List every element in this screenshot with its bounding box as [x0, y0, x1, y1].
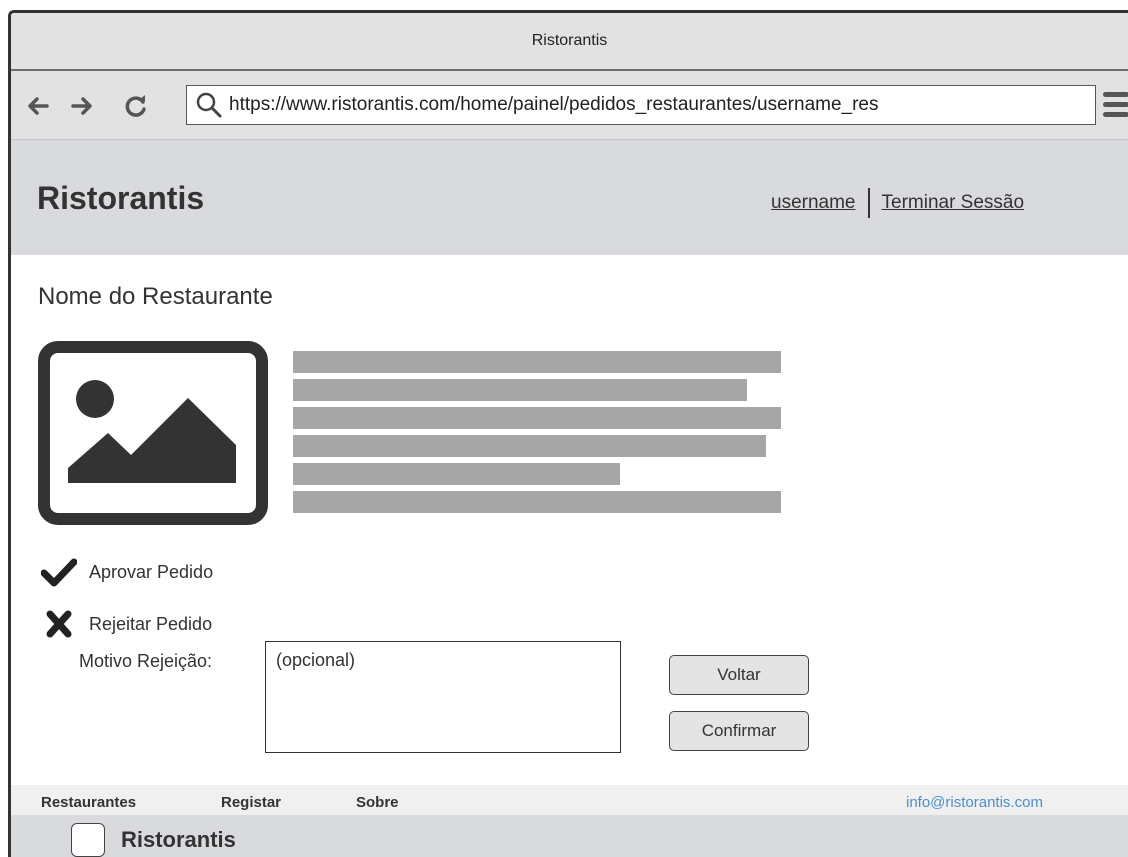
footer-links-bar: Restaurantes Registar Sobre info@ristora…: [11, 785, 1128, 815]
reject-order-option[interactable]: Rejeitar Pedido: [41, 609, 212, 639]
placeholder-text-line: [293, 463, 620, 485]
logout-link[interactable]: Terminar Sessão: [882, 192, 1025, 214]
footer-link-restaurantes[interactable]: Restaurantes: [41, 794, 136, 811]
url-text[interactable]: https://www.ristorantis.com/home/painel/…: [229, 94, 879, 116]
site-header: Ristorantis username Terminar Sessão: [11, 140, 1128, 255]
approve-order-option[interactable]: Aprovar Pedido: [41, 557, 213, 587]
footer-link-registar[interactable]: Registar: [221, 794, 281, 811]
main-content: Nome do Restaurante Aprovar Pedido Rejei…: [11, 255, 1128, 785]
window-title: Ristorantis: [531, 32, 608, 49]
address-bar[interactable]: https://www.ristorantis.com/home/painel/…: [186, 85, 1096, 125]
placeholder-text-line: [293, 379, 747, 401]
back-arrow-icon[interactable]: [25, 93, 51, 119]
username-link[interactable]: username: [771, 192, 856, 214]
page-title: Nome do Restaurante: [38, 283, 273, 310]
hamburger-menu-icon[interactable]: [1101, 89, 1128, 121]
forward-arrow-icon[interactable]: [69, 93, 95, 119]
footer-link-sobre[interactable]: Sobre: [356, 794, 399, 811]
user-links: username Terminar Sessão: [771, 188, 1024, 218]
approve-order-label: Aprovar Pedido: [89, 561, 214, 582]
footer-brand-bar: Ristorantis: [11, 815, 1128, 857]
site-brand[interactable]: Ristorantis: [37, 180, 204, 217]
checkmark-icon: [41, 558, 77, 587]
back-button[interactable]: Voltar: [669, 655, 809, 695]
close-x-icon: [46, 610, 72, 638]
footer-brand: Ristorantis: [121, 827, 236, 852]
browser-toolbar: https://www.ristorantis.com/home/painel/…: [11, 71, 1128, 140]
reload-icon[interactable]: [123, 93, 149, 119]
reject-order-label: Rejeitar Pedido: [89, 613, 213, 634]
footer-logo: [71, 823, 105, 857]
placeholder-text-line: [293, 351, 781, 373]
image-placeholder-icon: [38, 341, 268, 525]
footer-email-link[interactable]: info@ristorantis.com: [906, 794, 1043, 811]
description-placeholder: [293, 351, 781, 519]
search-icon: [196, 92, 222, 118]
placeholder-text-line: [293, 435, 766, 457]
rejection-reason-label: Motivo Rejeição:: [79, 651, 213, 671]
divider: [867, 188, 870, 218]
window-titlebar: Ristorantis: [11, 13, 1128, 71]
browser-window: Ristorantis https://www.ristorantis.com/…: [8, 10, 1128, 857]
placeholder-text-line: [293, 407, 781, 429]
placeholder-text-line: [293, 491, 781, 513]
confirm-button[interactable]: Confirmar: [669, 711, 809, 751]
rejection-reason-field[interactable]: (opcional): [265, 641, 621, 753]
